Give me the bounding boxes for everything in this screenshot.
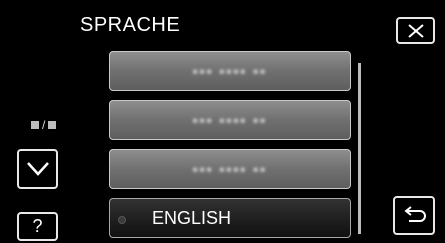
page-indicator: /: [31, 118, 57, 132]
page-indicator-slash: /: [42, 118, 46, 132]
page-indicator-total: [48, 121, 57, 129]
language-item-1[interactable]: ▪▪▪ ▪▪▪▪ ▪▪: [109, 51, 351, 91]
language-label: ENGLISH: [152, 208, 232, 228]
return-arrow-icon: [404, 205, 426, 222]
language-item-english[interactable]: ENGLISH: [109, 198, 351, 238]
question-mark-icon: ?: [32, 216, 43, 236]
language-item-3[interactable]: ▪▪▪ ▪▪▪▪ ▪▪: [109, 149, 351, 189]
language-label: ▪▪▪ ▪▪▪▪ ▪▪: [192, 161, 268, 177]
close-button[interactable]: [396, 17, 435, 44]
language-item-2[interactable]: ▪▪▪ ▪▪▪▪ ▪▪: [109, 100, 351, 140]
back-button[interactable]: [393, 196, 435, 235]
scroll-down-button[interactable]: [17, 149, 58, 189]
selection-dot-icon: [118, 216, 126, 224]
page-indicator-current: [31, 121, 39, 129]
page-title: SPRACHE: [80, 14, 181, 36]
language-label: ▪▪▪ ▪▪▪▪ ▪▪: [192, 63, 268, 79]
close-x-icon: [407, 23, 424, 38]
chevron-down-icon: [26, 162, 49, 176]
scrollbar[interactable]: [358, 63, 361, 234]
language-label: ▪▪▪ ▪▪▪▪ ▪▪: [192, 112, 268, 128]
help-button[interactable]: ?: [17, 212, 58, 241]
